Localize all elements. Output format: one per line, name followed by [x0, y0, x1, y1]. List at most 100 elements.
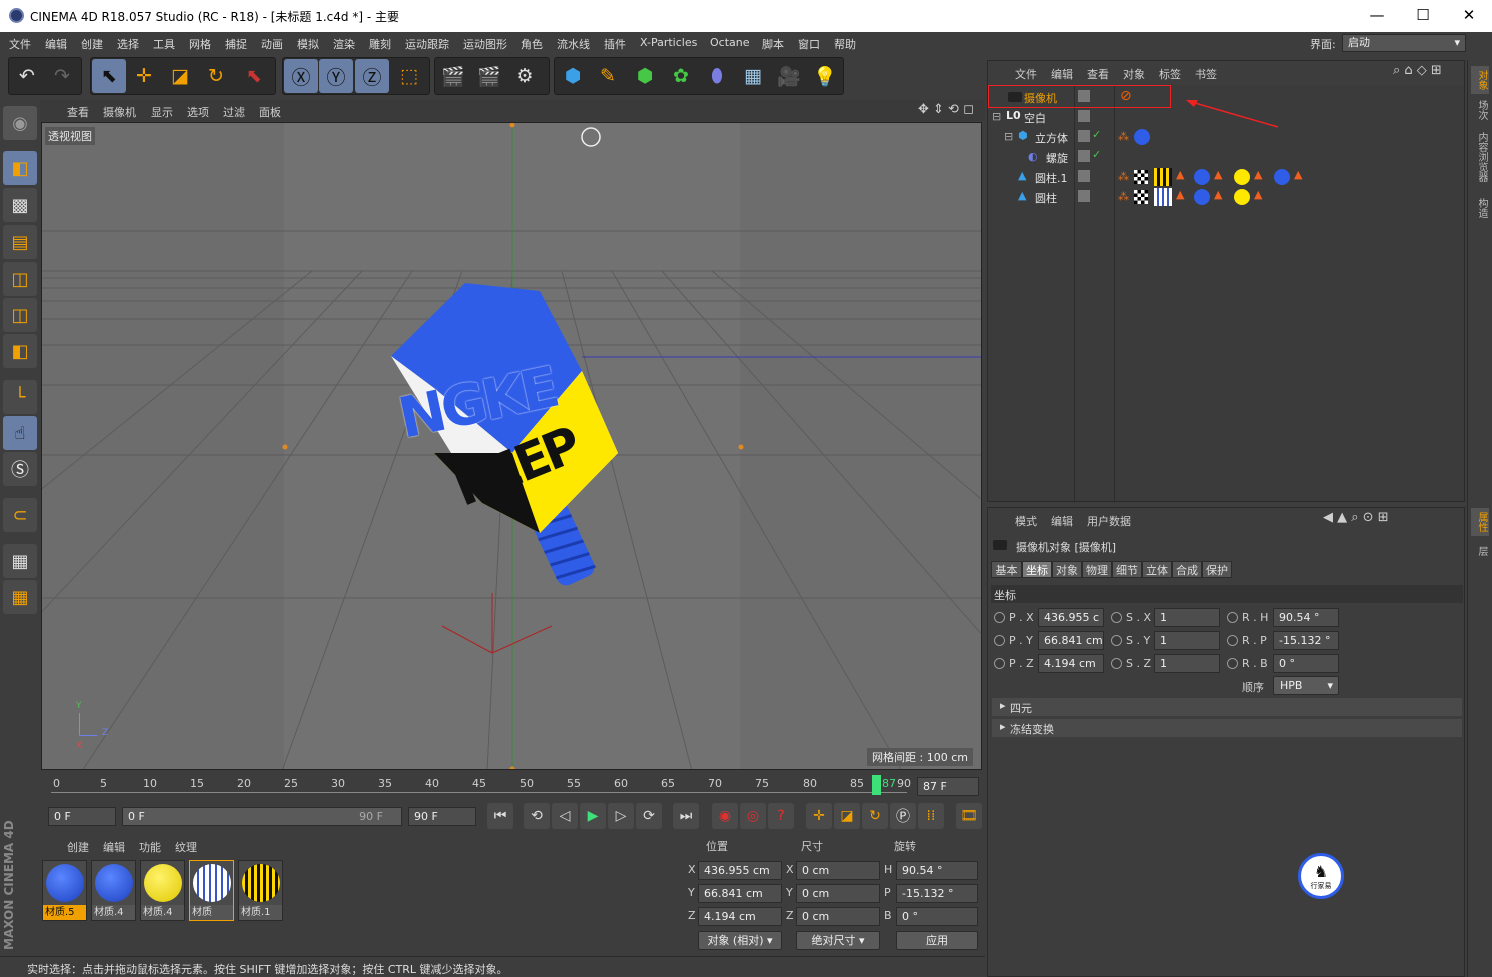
- light-icon[interactable]: 💡: [808, 59, 842, 93]
- make-editable-icon[interactable]: ◉: [3, 106, 37, 140]
- material-menu-function[interactable]: 功能: [139, 839, 161, 855]
- menu-simulate[interactable]: 模拟: [297, 36, 319, 52]
- viewport-menu-filter[interactable]: 过滤: [223, 104, 245, 120]
- field-pz[interactable]: 4.194 cm: [1038, 654, 1104, 673]
- size-z-field[interactable]: 0 cm: [796, 907, 880, 926]
- viewport-nav-icons[interactable]: ✥ ⇕ ⟲ ◻: [918, 102, 974, 117]
- object-menu-objects[interactable]: 对象: [1123, 66, 1145, 82]
- object-menu-tags[interactable]: 标签: [1159, 66, 1181, 82]
- material-swatch[interactable]: 材质.1: [238, 860, 283, 921]
- layer-icon[interactable]: [1078, 170, 1090, 182]
- start-frame-field[interactable]: 0 F: [48, 807, 116, 826]
- uv-tag-icon[interactable]: [1134, 190, 1148, 204]
- snap-icon[interactable]: Ⓢ: [3, 452, 37, 486]
- material-swatch[interactable]: 材质: [189, 860, 234, 921]
- texture-tag-icon[interactable]: ⁂: [1118, 130, 1129, 143]
- sidetab-takes[interactable]: 场次: [1471, 96, 1489, 124]
- material-swatch[interactable]: 材质.4: [91, 860, 136, 921]
- menu-file[interactable]: 文件: [9, 36, 31, 52]
- tab-composition[interactable]: 合成: [1172, 561, 1202, 578]
- tab-object[interactable]: 对象: [1052, 561, 1082, 578]
- menu-window[interactable]: 窗口: [798, 36, 820, 52]
- prev-key-icon[interactable]: ⟲: [524, 803, 550, 829]
- menu-animate[interactable]: 动画: [261, 36, 283, 52]
- menu-sculpt[interactable]: 雕刻: [369, 36, 391, 52]
- selection-tag-icon[interactable]: ▲: [1254, 188, 1262, 201]
- menu-help[interactable]: 帮助: [834, 36, 856, 52]
- sidetab-structure[interactable]: 构造: [1471, 194, 1489, 222]
- radio-sz[interactable]: [1111, 658, 1122, 669]
- z-axis-lock-icon[interactable]: Ⓩ: [355, 59, 389, 93]
- range-slider[interactable]: 0 F 90 F: [122, 807, 402, 826]
- position-z-field[interactable]: 4.194 cm: [698, 907, 782, 926]
- texture-tag-icon[interactable]: ⁂: [1118, 190, 1129, 203]
- magnet-icon[interactable]: ⊂: [3, 498, 37, 532]
- section-quaternion[interactable]: ▸ 四元: [992, 698, 1462, 716]
- key-pla-icon[interactable]: ⁞⁞: [918, 803, 944, 829]
- subdivision-icon[interactable]: ⬢: [628, 59, 662, 93]
- menu-snap[interactable]: 捕捉: [225, 36, 247, 52]
- enabled-check-icon[interactable]: ✓: [1092, 128, 1101, 141]
- workplane-lock-icon[interactable]: ▦: [3, 580, 37, 614]
- menu-octane[interactable]: Octane: [710, 36, 750, 49]
- field-sz[interactable]: 1: [1154, 654, 1220, 673]
- camera-icon[interactable]: 🎥: [772, 59, 806, 93]
- radio-rb[interactable]: [1227, 658, 1238, 669]
- material-swatch[interactable]: 材质.4: [140, 860, 185, 921]
- go-to-end-icon[interactable]: ⏭: [673, 803, 699, 829]
- order-select[interactable]: HPB ▾: [1273, 676, 1339, 695]
- size-x-field[interactable]: 0 cm: [796, 861, 880, 880]
- close-button[interactable]: ✕: [1446, 0, 1492, 32]
- workplane-mode-icon[interactable]: ▤: [3, 225, 37, 259]
- prev-frame-icon[interactable]: ◁: [552, 803, 578, 829]
- position-y-field[interactable]: 66.841 cm: [698, 884, 782, 903]
- layer-icon[interactable]: [1078, 150, 1090, 162]
- current-frame-field[interactable]: 87 F: [917, 777, 979, 796]
- grid-lock-icon[interactable]: ▦: [3, 544, 37, 578]
- object-menu-bookmarks[interactable]: 书签: [1195, 66, 1217, 82]
- key-move-icon[interactable]: ✛: [806, 803, 832, 829]
- menu-motion-tracker[interactable]: 运动跟踪: [405, 36, 449, 52]
- attr-nav-icons[interactable]: ◀ ▲ ⌕ ⊙ ⊞: [1323, 510, 1389, 525]
- radio-rh[interactable]: [1227, 612, 1238, 623]
- material-tag-icon[interactable]: [1194, 189, 1210, 205]
- next-key-icon[interactable]: ⟳: [636, 803, 662, 829]
- attr-menu-userdata[interactable]: 用户数据: [1087, 513, 1131, 529]
- selection-tag-icon[interactable]: ▲: [1294, 168, 1302, 181]
- menu-mesh[interactable]: 网格: [189, 36, 211, 52]
- layer-icon[interactable]: [1078, 130, 1090, 142]
- object-row-helix[interactable]: ◐ 螺旋 ✓: [988, 147, 1464, 167]
- field-sy[interactable]: 1: [1154, 631, 1220, 650]
- key-rotate-icon[interactable]: ↻: [862, 803, 888, 829]
- playhead[interactable]: [872, 775, 881, 795]
- perspective-viewport[interactable]: NGKE KEEP 透视视图 Y Z X 网格间距 : 100 cm: [41, 122, 982, 770]
- material-tag-icon[interactable]: [1234, 169, 1250, 185]
- menu-pipeline[interactable]: 流水线: [557, 36, 590, 52]
- play-icon[interactable]: ▶: [580, 803, 606, 829]
- tab-physical[interactable]: 物理: [1082, 561, 1112, 578]
- expand-icon[interactable]: ⊟: [992, 110, 1001, 123]
- coord-mode-select[interactable]: 对象 (相对) ▾: [698, 931, 782, 950]
- tab-stereo[interactable]: 立体: [1142, 561, 1172, 578]
- menu-character[interactable]: 角色: [521, 36, 543, 52]
- live-select-icon[interactable]: ⬉: [92, 59, 126, 93]
- object-menu-edit[interactable]: 编辑: [1051, 66, 1073, 82]
- undo-icon[interactable]: ↶: [10, 59, 44, 93]
- model-mode-icon[interactable]: ◧: [3, 151, 37, 185]
- sidetab-layers[interactable]: 层: [1471, 542, 1489, 560]
- rotation-b-field[interactable]: 0 °: [896, 907, 978, 926]
- menu-tools[interactable]: 工具: [153, 36, 175, 52]
- object-row-camera[interactable]: 摄像机 ⊘: [988, 85, 1464, 108]
- field-rp[interactable]: -15.132 °: [1273, 631, 1339, 650]
- points-mode-icon[interactable]: ◫: [3, 262, 37, 296]
- size-y-field[interactable]: 0 cm: [796, 884, 880, 903]
- selection-tag-icon[interactable]: ▲: [1254, 168, 1262, 181]
- texture-tag-icon[interactable]: ⁂: [1118, 170, 1129, 183]
- viewport-menu-display[interactable]: 显示: [151, 104, 173, 120]
- field-px[interactable]: 436.955 c: [1038, 608, 1104, 627]
- deformer-icon[interactable]: ⬮: [700, 59, 734, 93]
- coordinate-system-icon[interactable]: ⬚: [392, 59, 426, 93]
- object-menu-view[interactable]: 查看: [1087, 66, 1109, 82]
- section-freeze[interactable]: ▸ 冻结变换: [992, 719, 1462, 737]
- record-icon[interactable]: ◉: [712, 803, 738, 829]
